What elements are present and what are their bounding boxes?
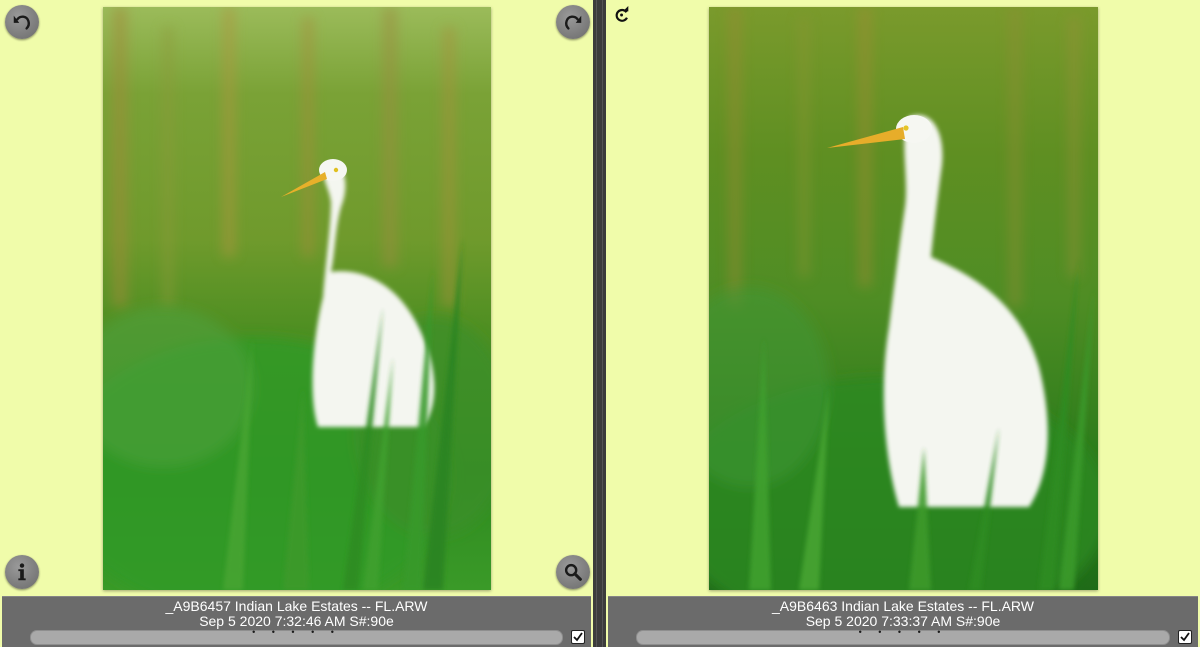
checkbox-icon <box>1180 632 1190 642</box>
right-photo[interactable] <box>709 7 1098 590</box>
redo-rotate-icon <box>565 15 582 30</box>
egret-photo-left <box>103 7 491 590</box>
left-caption-bar: _A9B6457 Indian Lake Estates -- FL.ARW S… <box>2 596 591 647</box>
left-photo[interactable] <box>103 7 491 590</box>
egret-photo-right <box>709 7 1098 590</box>
magnifier-icon <box>564 563 582 581</box>
info-button[interactable] <box>5 555 39 589</box>
rotate-right-button[interactable] <box>556 5 590 39</box>
rating-dots: • • • • • <box>858 627 948 637</box>
left-image-pane[interactable]: _A9B6457 Indian Lake Estates -- FL.ARW S… <box>0 0 593 647</box>
zoom-button[interactable] <box>556 555 590 589</box>
rating-dots: • • • • • <box>252 627 341 637</box>
pane-divider[interactable] <box>593 0 606 647</box>
refresh-icon <box>615 6 629 22</box>
right-caption-bar: _A9B6463 Indian Lake Estates -- FL.ARW S… <box>608 596 1198 647</box>
rotate-left-button[interactable] <box>5 5 39 39</box>
undo-rotate-icon <box>13 15 30 30</box>
filename-label: _A9B6463 Indian Lake Estates -- FL.ARW <box>772 598 1034 614</box>
refresh-button[interactable] <box>613 6 631 24</box>
checkbox-icon <box>573 632 583 642</box>
select-checkbox[interactable] <box>571 630 585 644</box>
select-checkbox[interactable] <box>1178 630 1192 644</box>
info-icon <box>18 563 26 581</box>
filename-label: _A9B6457 Indian Lake Estates -- FL.ARW <box>165 598 428 614</box>
right-image-pane[interactable]: _A9B6463 Indian Lake Estates -- FL.ARW S… <box>606 0 1200 647</box>
